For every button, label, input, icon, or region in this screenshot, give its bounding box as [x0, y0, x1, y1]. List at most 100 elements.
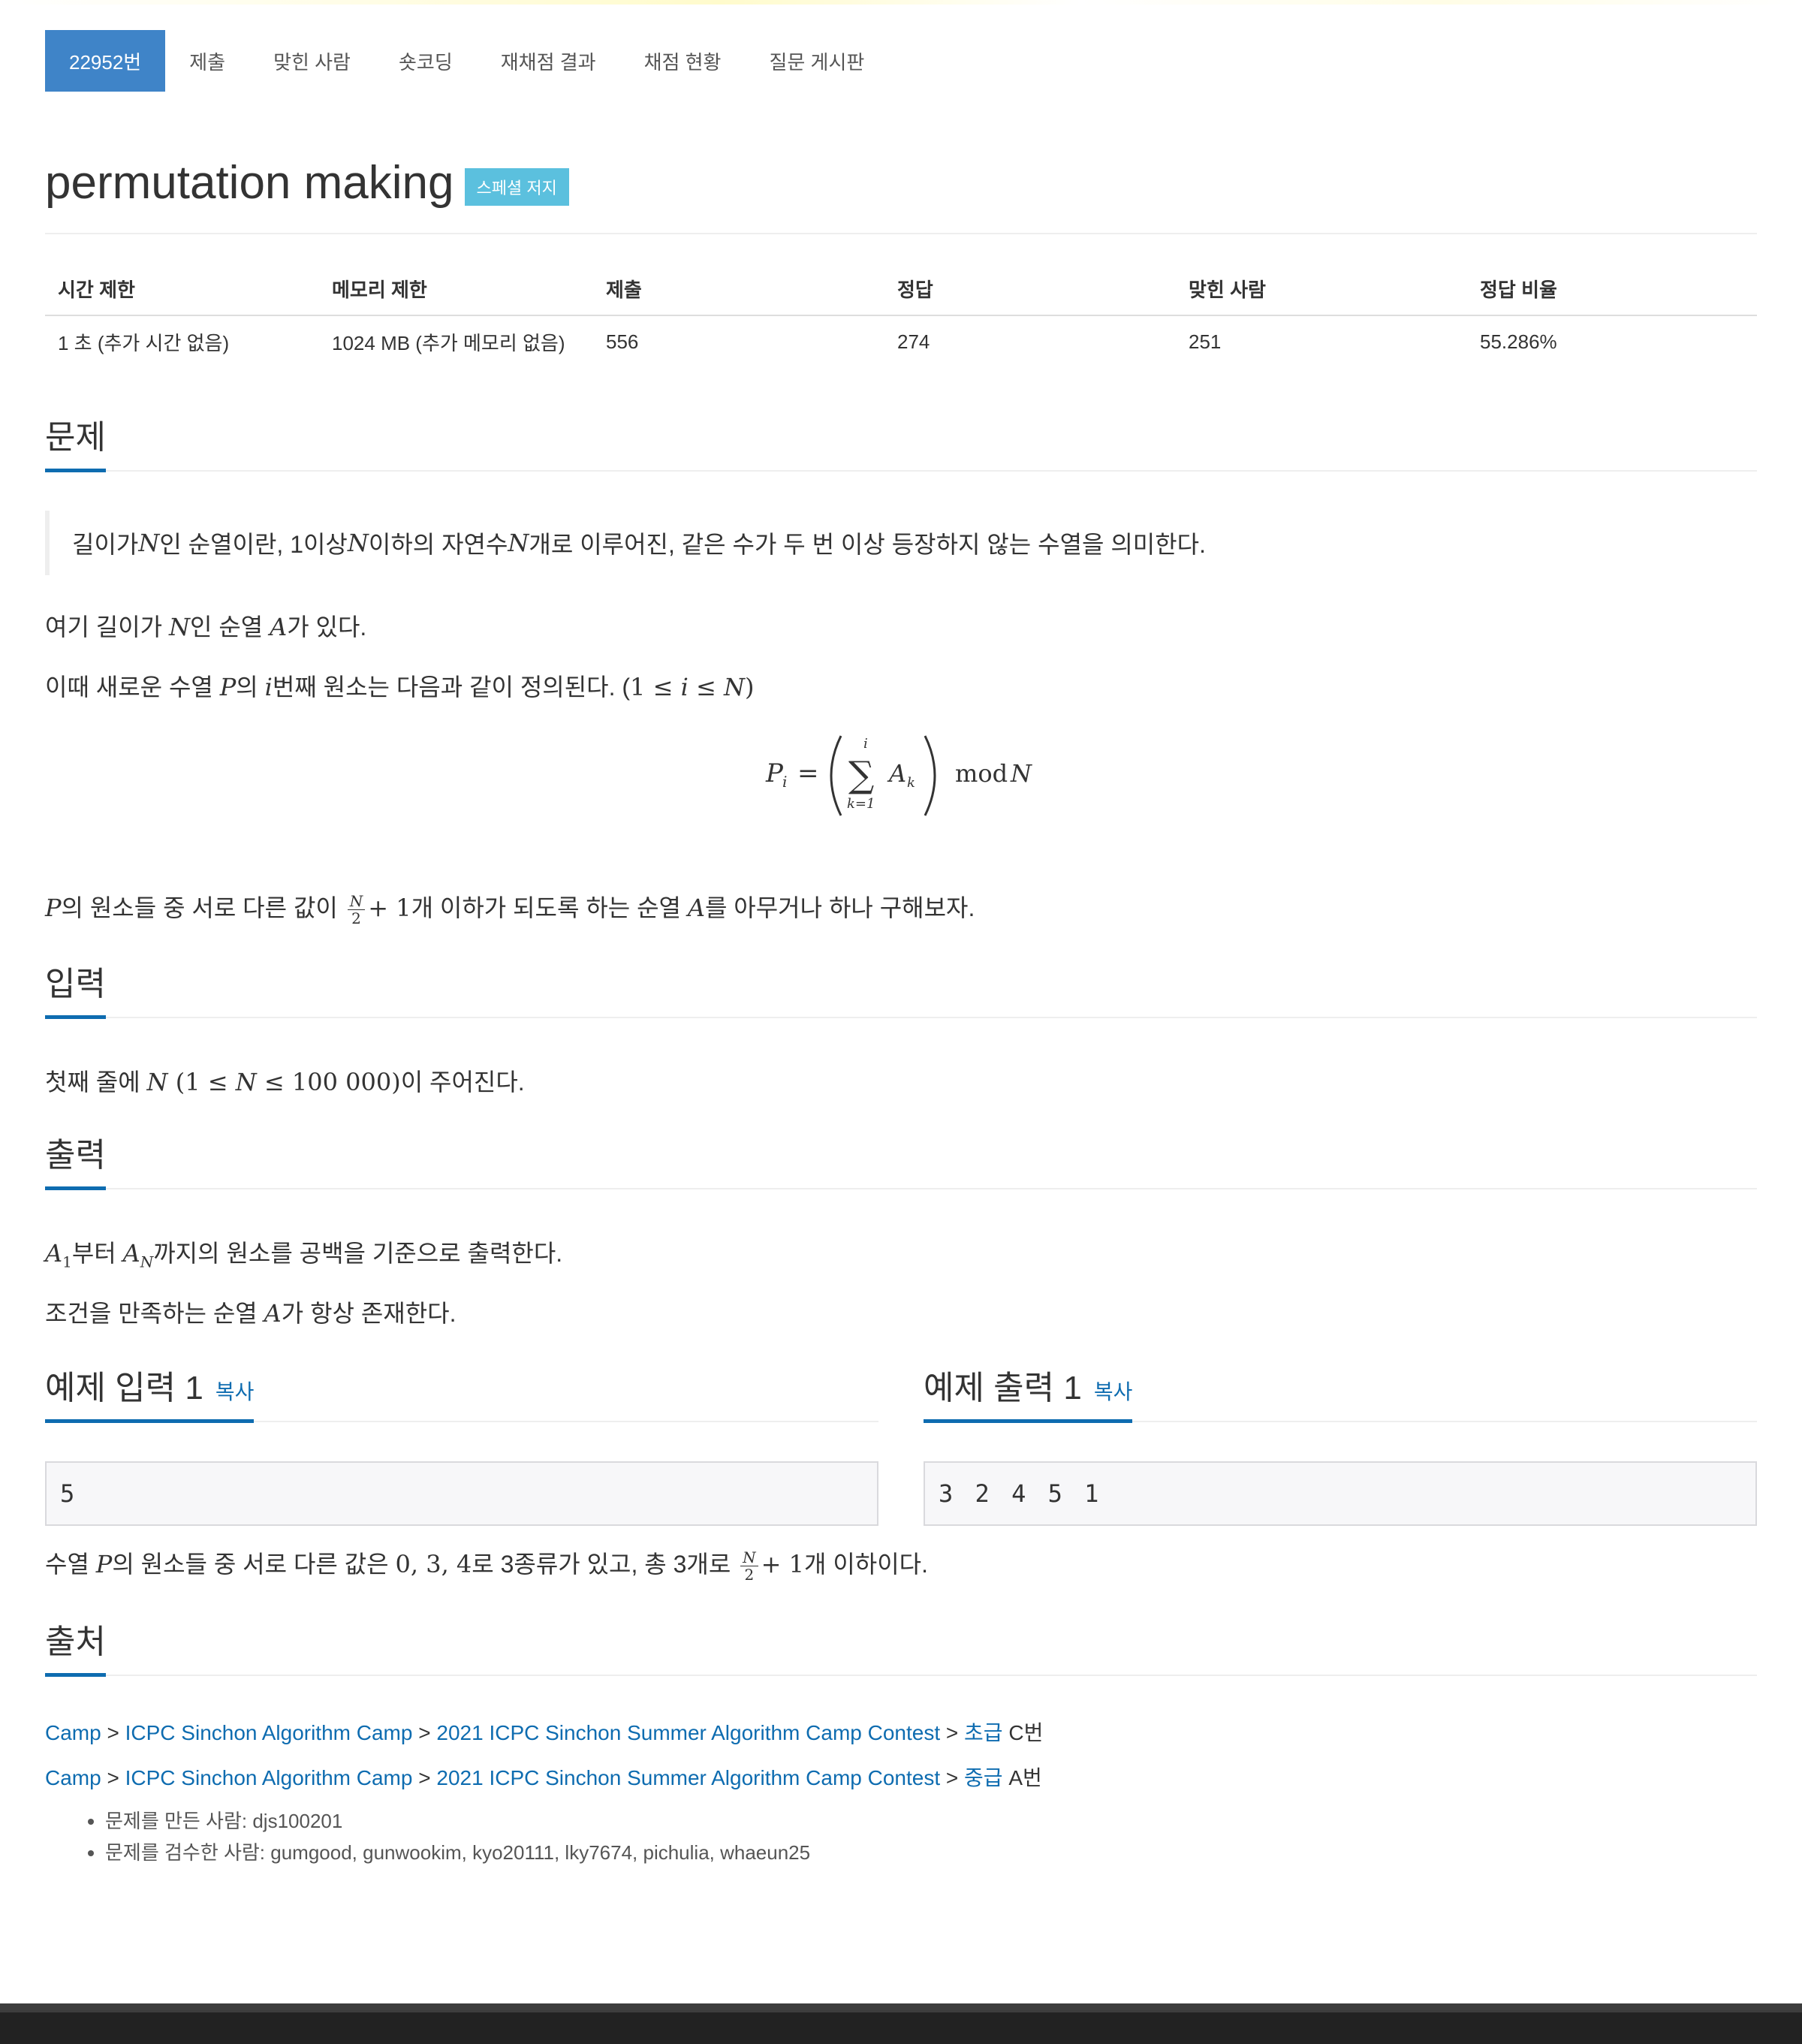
svg-text:A: A — [887, 759, 906, 788]
top-accent-bar — [0, 0, 1802, 5]
sample-output-title: 예제 출력 1 복사 — [924, 1361, 1133, 1423]
problem-paragraph-2: 이때 새로운 수열 P의 i번째 원소는 다음과 같이 정의된다. (1 ≤ i… — [45, 673, 755, 701]
source-link-sinchon-camp[interactable]: ICPC Sinchon Algorithm Camp — [125, 1721, 413, 1744]
accepted-value: 274 — [897, 330, 930, 353]
svg-text:P: P — [765, 758, 784, 788]
p2-text-3: 번째 원소는 다음과 같이 정의된다. ( — [272, 674, 631, 701]
svg-text:k=1: k=1 — [847, 796, 875, 812]
problem-section-title: 문제 — [45, 410, 106, 472]
sample-output-header: 예제 출력 1 복사 — [924, 1368, 1757, 1423]
svg-text:=: = — [797, 758, 819, 788]
tab-submit[interactable]: 제출 — [165, 30, 249, 92]
page-footer — [0, 2003, 1802, 2044]
svg-text:i: i — [782, 773, 787, 791]
sample-input-title: 예제 입력 1 복사 — [45, 1361, 255, 1423]
problem-title-row: permutation making 스페셜 저지 — [45, 150, 1757, 234]
output-text-4: 가 항상 존재한다. — [281, 1300, 457, 1327]
problem-paragraph-3: P의 원소들 중 서로 다른 값이 N 2 + 1개 이하가 되도록 하는 순열 A… — [45, 892, 975, 928]
copy-sample-output-button[interactable]: 복사 — [1094, 1380, 1133, 1403]
tab-short-coding[interactable]: 숏코딩 — [375, 30, 477, 92]
tab-judge-status[interactable]: 채점 현황 — [620, 30, 746, 92]
solvers-value: 251 — [1189, 330, 1222, 353]
problem-section-header: 문제 — [45, 418, 1757, 472]
source-breadcrumb-1: Camp > ICPC Sinchon Algorithm Camp > 202… — [45, 1717, 1043, 1747]
table-header-row: 시간 제한 메모리 제한 제출 정답 맞힌 사람 정답 비율 — [45, 263, 1757, 316]
problem-tabs: 22952번 제출 맞힌 사람 숏코딩 재채점 결과 채점 현황 질문 게시판 — [45, 30, 888, 92]
note-text-2: 의 원소들 중 서로 다른 값은 — [112, 1551, 396, 1578]
time-limit-value: 1 초 (추가 시간 없음) — [58, 332, 230, 354]
memory-limit-value: 1024 MB (추가 메모리 없음) — [332, 332, 565, 354]
sample-note: 수열 P의 원소들 중 서로 다른 값은 0, 3, 4로 3종류가 있고, 총… — [45, 1548, 928, 1584]
p1-text-2: 인 순열 — [189, 614, 270, 641]
p2-text-2: 의 — [236, 674, 265, 701]
page-title: permutation making — [45, 156, 454, 209]
svg-text:N: N — [1010, 759, 1032, 788]
source-link-beginner[interactable]: 초급 — [964, 1721, 1003, 1744]
source-section-header: 출처 — [45, 1622, 1757, 1677]
output-text-3: 조건을 만족하는 순열 — [45, 1300, 264, 1327]
p1-text-1: 여기 길이가 — [45, 614, 169, 641]
copy-sample-input-button[interactable]: 복사 — [215, 1380, 255, 1403]
sample-output-label: 예제 출력 1 — [924, 1370, 1082, 1406]
output-section-title: 출력 — [45, 1128, 106, 1190]
breadcrumb-separator: > — [412, 1721, 437, 1744]
note-text-4: 개 이하이다. — [804, 1551, 928, 1578]
tab-problem-number[interactable]: 22952번 — [45, 30, 166, 92]
ratio-value: 55.286% — [1480, 330, 1557, 353]
p3-text-1: 의 원소들 중 서로 다른 값이 — [61, 894, 345, 921]
col-accepted: 정답 — [884, 263, 1176, 316]
breadcrumb-separator: > — [101, 1721, 125, 1744]
breadcrumb-separator: > — [412, 1766, 437, 1789]
output-section-header: 출력 — [45, 1135, 1757, 1190]
input-text-2: 이 주어진다. — [400, 1069, 525, 1096]
source-breadcrumb-2: Camp > ICPC Sinchon Algorithm Camp > 202… — [45, 1762, 1042, 1792]
source-link-camp[interactable]: Camp — [45, 1766, 101, 1789]
p3-text-2: 개 이하가 되도록 하는 순열 — [411, 894, 688, 921]
col-solvers: 맞힌 사람 — [1176, 263, 1467, 316]
output-text-1: 부터 — [71, 1240, 123, 1267]
source-link-intermediate[interactable]: 중급 — [964, 1766, 1003, 1789]
sample-output-box[interactable]: 3 2 4 5 1 — [924, 1461, 1757, 1526]
col-memory-limit: 메모리 제한 — [319, 263, 593, 316]
svg-text:i: i — [863, 736, 868, 752]
source-link-sinchon-camp[interactable]: ICPC Sinchon Algorithm Camp — [125, 1766, 413, 1789]
quote-text-1: 길이가 — [72, 531, 139, 558]
sample-input-box[interactable]: 5 — [45, 1461, 878, 1526]
tab-rejudge-results[interactable]: 재채점 결과 — [477, 30, 620, 92]
definition-formula: P i = i ∑ k=1 A k mod N — [765, 735, 1032, 816]
credits-list: 문제를 만든 사람: djs100201 문제를 검수한 사람: gumgood… — [78, 1805, 810, 1868]
table-row: 1 초 (추가 시간 없음) 1024 MB (추가 메모리 없음) 556 2… — [45, 315, 1757, 368]
output-text-2: 까지의 원소를 공백을 기준으로 출력한다. — [153, 1240, 563, 1267]
p2-text-1: 이때 새로운 수열 — [45, 674, 220, 701]
col-time-limit: 시간 제한 — [45, 263, 319, 316]
source-link-camp[interactable]: Camp — [45, 1721, 101, 1744]
quote-text-4: 개로 이루어진, 같은 수가 두 번 이상 등장하지 않는 수열을 의미한다. — [529, 531, 1206, 558]
svg-text:k: k — [907, 775, 915, 791]
svg-text:∑: ∑ — [848, 754, 874, 796]
note-text-1: 수열 — [45, 1551, 96, 1578]
output-description-1: A1부터 AN까지의 원소를 공백을 기준으로 출력한다. — [45, 1239, 563, 1271]
definition-quote: 길이가 N인 순열이란, 1이상 N 이하의 자연수 N 개로 이루어진, 같은 수… — [45, 511, 1206, 575]
input-section-title: 입력 — [45, 957, 106, 1019]
quote-text-3: 이하의 자연수 — [368, 531, 508, 558]
sample-input-header: 예제 입력 1 복사 — [45, 1368, 878, 1423]
list-item: 문제를 만든 사람: djs100201 — [105, 1805, 810, 1837]
col-ratio: 정답 비율 — [1467, 263, 1757, 316]
svg-text:mod: mod — [955, 759, 1008, 788]
submissions-value: 556 — [606, 330, 639, 353]
sample-input-label: 예제 입력 1 — [45, 1370, 203, 1406]
input-section-header: 입력 — [45, 964, 1757, 1019]
source-link-contest[interactable]: 2021 ICPC Sinchon Summer Algorithm Camp … — [436, 1721, 940, 1744]
p3-text-3: 를 아무거나 하나 구해보자. — [704, 894, 975, 921]
breadcrumb-separator: > — [101, 1766, 125, 1789]
col-submissions: 제출 — [593, 263, 884, 316]
source-problem-label: A번 — [1002, 1766, 1042, 1789]
tab-qna-board[interactable]: 질문 게시판 — [745, 30, 888, 92]
tab-solvers[interactable]: 맞힌 사람 — [249, 30, 375, 92]
output-description-2: 조건을 만족하는 순열 A가 항상 존재한다. — [45, 1299, 457, 1328]
source-problem-label: C번 — [1002, 1721, 1044, 1744]
input-text-1: 첫째 줄에 — [45, 1069, 147, 1096]
problem-info-table: 시간 제한 메모리 제한 제출 정답 맞힌 사람 정답 비율 1 초 (추가 시… — [45, 263, 1757, 368]
source-link-contest[interactable]: 2021 ICPC Sinchon Summer Algorithm Camp … — [436, 1766, 940, 1789]
problem-paragraph-1: 여기 길이가 N인 순열 A가 있다. — [45, 613, 367, 641]
